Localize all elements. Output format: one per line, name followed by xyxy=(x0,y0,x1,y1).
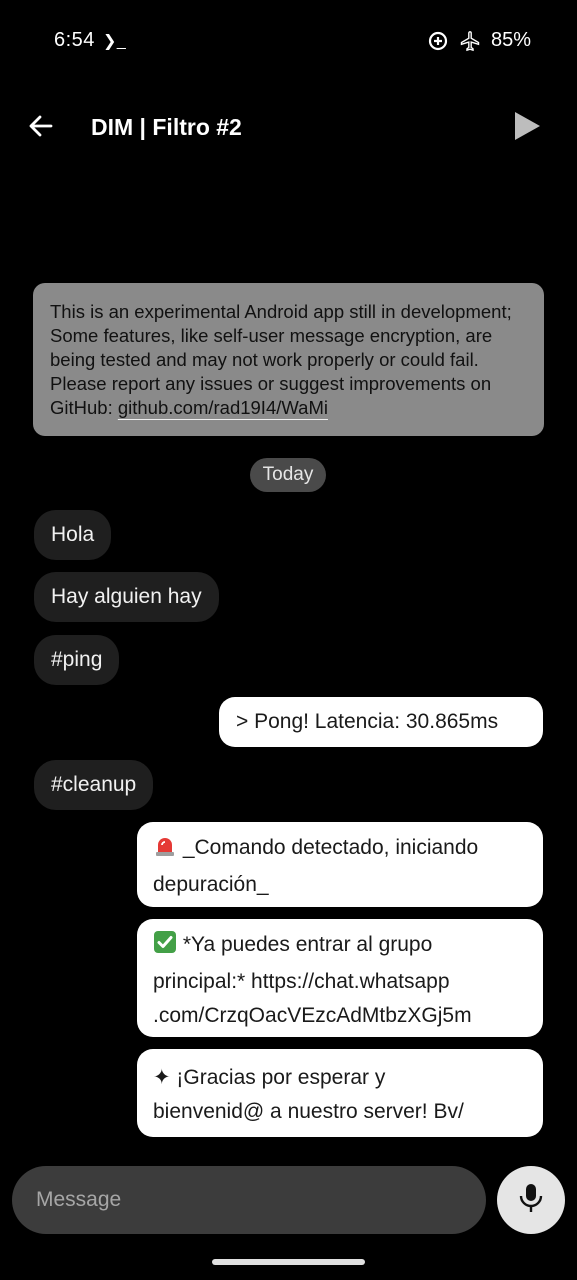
back-button[interactable] xyxy=(22,110,58,146)
app-bar: DIM | Filtro #2 xyxy=(0,100,577,156)
github-link[interactable]: github.com/rad19I4/WaMi xyxy=(118,397,328,418)
microphone-icon xyxy=(518,1182,544,1219)
message-line: ✦ ¡Gracias por esperar y xyxy=(153,1066,386,1089)
message-text: #cleanup xyxy=(51,773,137,796)
message-outgoing[interactable]: ✦ ¡Gracias por esperar y bienvenid@ a nu… xyxy=(137,1049,543,1137)
status-bar: 6:54 ❯_ 85% xyxy=(0,0,577,82)
message-line: depuración_ xyxy=(153,873,269,896)
message-incoming[interactable]: #ping xyxy=(34,635,120,685)
message-outgoing[interactable]: _Comando detectado, iniciando depuración… xyxy=(137,822,543,907)
message-outgoing[interactable]: *Ya puedes entrar al grupo principal:* h… xyxy=(137,919,543,1037)
data-saver-icon xyxy=(427,30,449,52)
message-incoming[interactable]: #cleanup xyxy=(34,760,154,810)
date-separator: Today xyxy=(250,458,326,492)
battery-level: 85% xyxy=(490,29,531,51)
message-line: principal:* https://chat.whatsapp xyxy=(153,970,450,993)
airplane-icon xyxy=(459,30,481,52)
message-text: Hola xyxy=(51,523,95,546)
message-text: Hay alguien hay xyxy=(51,585,202,608)
send-button[interactable] xyxy=(507,108,547,148)
message-outgoing[interactable]: > Pong! Latencia: 30.865ms xyxy=(219,697,543,747)
arrow-left-icon xyxy=(27,113,53,144)
home-indicator[interactable] xyxy=(212,1259,365,1265)
message-input[interactable] xyxy=(34,1187,464,1213)
terminal-icon: ❯_ xyxy=(103,33,127,50)
status-indicators: 85% xyxy=(427,29,531,52)
message-text: #ping xyxy=(51,648,103,671)
message-composer[interactable] xyxy=(12,1166,486,1234)
voice-record-button[interactable] xyxy=(497,1166,565,1234)
siren-emoji xyxy=(153,833,177,868)
check-mark-emoji xyxy=(153,930,177,965)
message-text: > Pong! Latencia: 30.865ms xyxy=(236,710,499,733)
message-line: .com/CrzqOacVEzcAdMtbzXGj5m xyxy=(153,1004,472,1027)
message-line: _Comando detectado, iniciando xyxy=(153,831,527,868)
message-line: *Ya puedes entrar al grupo xyxy=(153,928,527,965)
status-time: 6:54 ❯_ xyxy=(54,29,127,51)
chat-title: DIM | Filtro #2 xyxy=(91,114,242,140)
play-icon xyxy=(512,110,542,147)
message-incoming[interactable]: Hola xyxy=(34,510,112,560)
message-line: bienvenid@ a nuestro server! Bv/ xyxy=(153,1100,464,1123)
experimental-notice: This is an experimental Android app stil… xyxy=(33,283,544,436)
message-incoming[interactable]: Hay alguien hay xyxy=(34,572,219,622)
